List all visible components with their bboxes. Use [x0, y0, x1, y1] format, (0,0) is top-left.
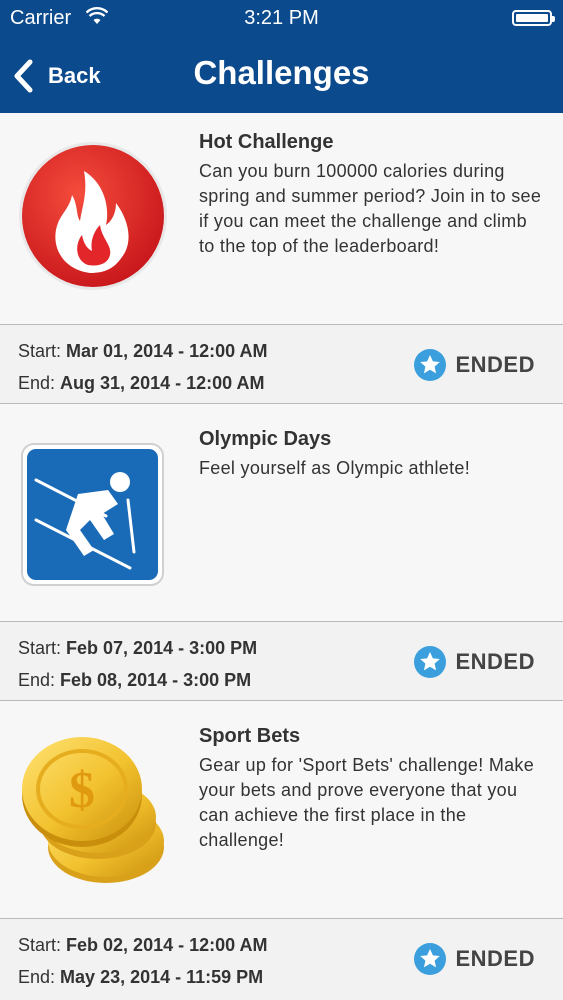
challenge-description: Gear up for 'Sport Bets' challenge! Make…: [199, 755, 535, 850]
challenge-name: Hot Challenge: [199, 131, 334, 153]
star-icon: [414, 646, 447, 678]
challenge-text: Hot Challenge Can you burn 100000 calori…: [199, 129, 543, 259]
page-title: Challenges: [193, 54, 370, 91]
challenge-text: Sport Bets Gear up for 'Sport Bets' chal…: [199, 723, 543, 853]
svg-text:$: $: [69, 762, 95, 819]
app-screen: Carrier 3:21 PM Back Challenges Hot Chal…: [0, 0, 563, 1000]
challenge-row-hot[interactable]: Hot Challenge Can you burn 100000 calori…: [0, 113, 563, 324]
challenge-name: Olympic Days: [199, 428, 332, 450]
flame-icon: [18, 141, 168, 291]
challenge-description: Feel yourself as Olympic athlete!: [199, 458, 471, 478]
start-date: Start: Mar 01, 2014 - 12:00 AM: [18, 341, 268, 361]
end-date: End: Feb 08, 2014 - 3:00 PM: [18, 670, 252, 690]
challenge-name: Sport Bets: [199, 725, 301, 747]
start-date: Start: Feb 07, 2014 - 3:00 PM: [18, 638, 258, 658]
star-icon: [414, 349, 447, 381]
end-date: End: Aug 31, 2014 - 12:00 AM: [18, 373, 265, 393]
clock-label: 3:21 PM: [244, 7, 319, 29]
challenge-row-olympic[interactable]: Olympic Days Feel yourself as Olympic at…: [0, 404, 563, 621]
start-date: Start: Feb 02, 2014 - 12:00 AM: [18, 935, 268, 955]
challenge-row-sport-bets[interactable]: $ Sport Bets Gear up for 'Sport Bets' ch…: [0, 701, 563, 918]
navigation-bar: Back Challenges: [0, 40, 563, 110]
status-label: ENDED: [455, 946, 535, 971]
status-label: ENDED: [455, 352, 535, 377]
star-icon: [414, 943, 447, 975]
challenge-description: Can you burn 100000 calories during spri…: [199, 161, 542, 256]
status-bar: Carrier 3:21 PM: [0, 0, 563, 36]
status-badge: ENDED: [413, 348, 535, 382]
status-badge: ENDED: [413, 645, 535, 679]
end-date: End: May 23, 2014 - 11:59 PM: [18, 967, 264, 987]
status-label: ENDED: [455, 649, 535, 674]
challenge-dates: Start: Mar 01, 2014 - 12:00 AM End: Aug …: [0, 325, 563, 403]
skier-icon: [20, 442, 165, 587]
challenge-dates: Start: Feb 07, 2014 - 3:00 PM End: Feb 0…: [0, 622, 563, 700]
header-bar: Carrier 3:21 PM Back Challenges: [0, 0, 563, 113]
battery-icon: [512, 10, 555, 26]
challenge-dates: Start: Feb 02, 2014 - 12:00 AM End: May …: [0, 919, 563, 1000]
coins-icon: $: [18, 737, 168, 887]
challenge-text: Olympic Days Feel yourself as Olympic at…: [199, 426, 543, 481]
status-badge: ENDED: [413, 942, 535, 976]
